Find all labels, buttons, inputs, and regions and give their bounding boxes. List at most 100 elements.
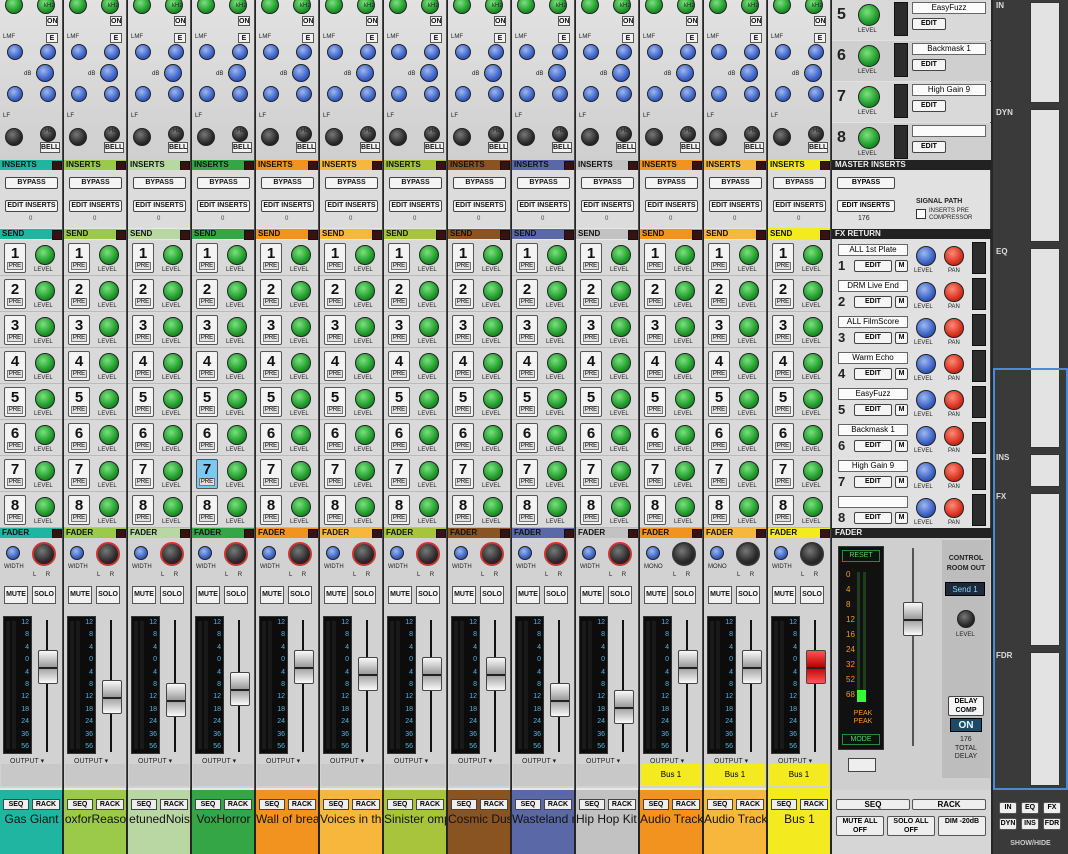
send-pre-button[interactable]: 5 PRE [452,387,474,417]
eq-knob[interactable] [581,0,599,14]
send-level-knob[interactable] [35,353,55,373]
on-button[interactable]: ON [302,16,314,26]
send-pre-button[interactable]: 7 PRE [580,459,602,489]
width-knob[interactable] [134,546,148,560]
fx-return-pan-knob[interactable] [944,390,964,410]
fx-return-device[interactable]: ALL 1st Plate [838,244,908,256]
e-button[interactable]: E [558,33,570,43]
send-level-knob[interactable] [99,497,119,517]
width-knob[interactable] [518,546,532,560]
eq-knob[interactable] [104,86,120,102]
eq-knob[interactable] [71,44,87,60]
send-level-knob[interactable] [355,353,375,373]
fx-return-level-knob[interactable] [916,498,936,518]
on-button[interactable]: ON [366,16,378,26]
send-level-knob[interactable] [419,281,439,301]
send-pre-button[interactable]: 1 PRE [452,243,474,273]
send-pre-button[interactable]: 4 PRE [4,351,26,381]
send-pre-button[interactable]: 4 PRE [68,351,90,381]
output-selector[interactable]: Bus 1 [705,764,765,786]
send-pre-button[interactable]: 4 PRE [324,351,346,381]
output-selector[interactable] [1,764,61,786]
rack-button[interactable]: RACK [96,799,124,810]
track-tape[interactable]: SEQRACK Audio Track 2 [704,790,767,854]
bypass-button[interactable]: BYPASS [69,177,122,189]
output-selector[interactable] [129,764,189,786]
eq-knob[interactable] [488,44,504,60]
send-pre-button[interactable]: 2 PRE [68,279,90,309]
send-level-knob[interactable] [291,389,311,409]
show-hide-fx-button[interactable]: FX [1043,802,1061,814]
send-pre-button[interactable]: 6 PRE [132,423,154,453]
on-button[interactable]: ON [750,16,762,26]
pan-knob[interactable] [480,542,504,566]
eq-knob[interactable] [645,0,663,14]
eq-knob[interactable] [360,44,376,60]
e-button[interactable]: E [110,33,122,43]
send-level-knob[interactable] [419,353,439,373]
send-pre-button[interactable]: 5 PRE [772,387,794,417]
insert-edit-button[interactable]: EDIT [912,59,946,71]
send-level-knob[interactable] [547,461,567,481]
fader-handle[interactable] [102,680,122,714]
send-level-knob[interactable] [291,461,311,481]
pan-knob[interactable] [736,542,760,566]
bell-button[interactable]: BELL [360,142,380,153]
eq-knob[interactable] [5,128,23,146]
nav-section-preview[interactable] [1030,2,1060,103]
eq-knob[interactable] [647,86,663,102]
fx-return-level-knob[interactable] [916,462,936,482]
send-level-knob[interactable] [547,353,567,373]
width-knob[interactable] [70,546,84,560]
edit-inserts-button[interactable]: EDIT INSERTS [69,200,122,212]
fader-handle[interactable] [294,650,314,684]
pan-knob[interactable] [32,542,56,566]
insert-edit-button[interactable]: EDIT [912,100,946,112]
send-pre-button[interactable]: 4 PRE [388,351,410,381]
send-level-knob[interactable] [227,425,247,445]
send-pre-button[interactable]: 8 PRE [580,495,602,525]
on-button[interactable]: ON [174,16,186,26]
send-pre-button[interactable]: 6 PRE [260,423,282,453]
send-pre-button[interactable]: 5 PRE [324,387,346,417]
fx-return-edit-button[interactable]: EDIT [854,296,892,308]
eq-knob[interactable] [709,0,727,14]
send-pre-button[interactable]: 7 PRE [132,459,154,489]
send-pre-button[interactable]: 4 PRE [452,351,474,381]
send-level-knob[interactable] [99,461,119,481]
send-level-knob[interactable] [803,497,823,517]
send-level-knob[interactable] [611,389,631,409]
eq-knob[interactable] [680,44,696,60]
fx-return-mute-button[interactable]: M [895,440,908,452]
send-pre-button[interactable]: 3 PRE [708,315,730,345]
send-level-knob[interactable] [739,281,759,301]
e-button[interactable]: E [366,33,378,43]
eq-knob[interactable] [581,128,599,146]
eq-knob[interactable] [360,86,376,102]
eq-knob[interactable] [775,86,791,102]
pan-knob[interactable] [544,542,568,566]
master-rack-button[interactable]: RACK [912,799,986,810]
send-level-knob[interactable] [739,425,759,445]
send-level-knob[interactable] [483,281,503,301]
send-pre-button[interactable]: 6 PRE [196,423,218,453]
send-level-knob[interactable] [739,461,759,481]
show-hide-dyn-button[interactable]: DYN [999,818,1017,830]
send-level-knob[interactable] [803,389,823,409]
output-selector[interactable]: Bus 1 [641,764,701,786]
send-level-knob[interactable] [291,281,311,301]
bell-button[interactable]: BELL [488,142,508,153]
bypass-button[interactable]: BYPASS [197,177,250,189]
edit-inserts-button[interactable]: EDIT INSERTS [133,200,186,212]
send-level-knob[interactable] [291,245,311,265]
bypass-button[interactable]: BYPASS [581,177,634,189]
eq-knob[interactable] [548,64,566,82]
send-pre-button[interactable]: 6 PRE [516,423,538,453]
solo-button[interactable]: SOLO [608,586,632,604]
fader-handle[interactable] [422,657,442,691]
send-level-knob[interactable] [291,497,311,517]
send-pre-button[interactable]: 6 PRE [644,423,666,453]
pan-knob[interactable] [224,542,248,566]
solo-button[interactable]: SOLO [800,586,824,604]
fader-handle[interactable] [678,650,698,684]
